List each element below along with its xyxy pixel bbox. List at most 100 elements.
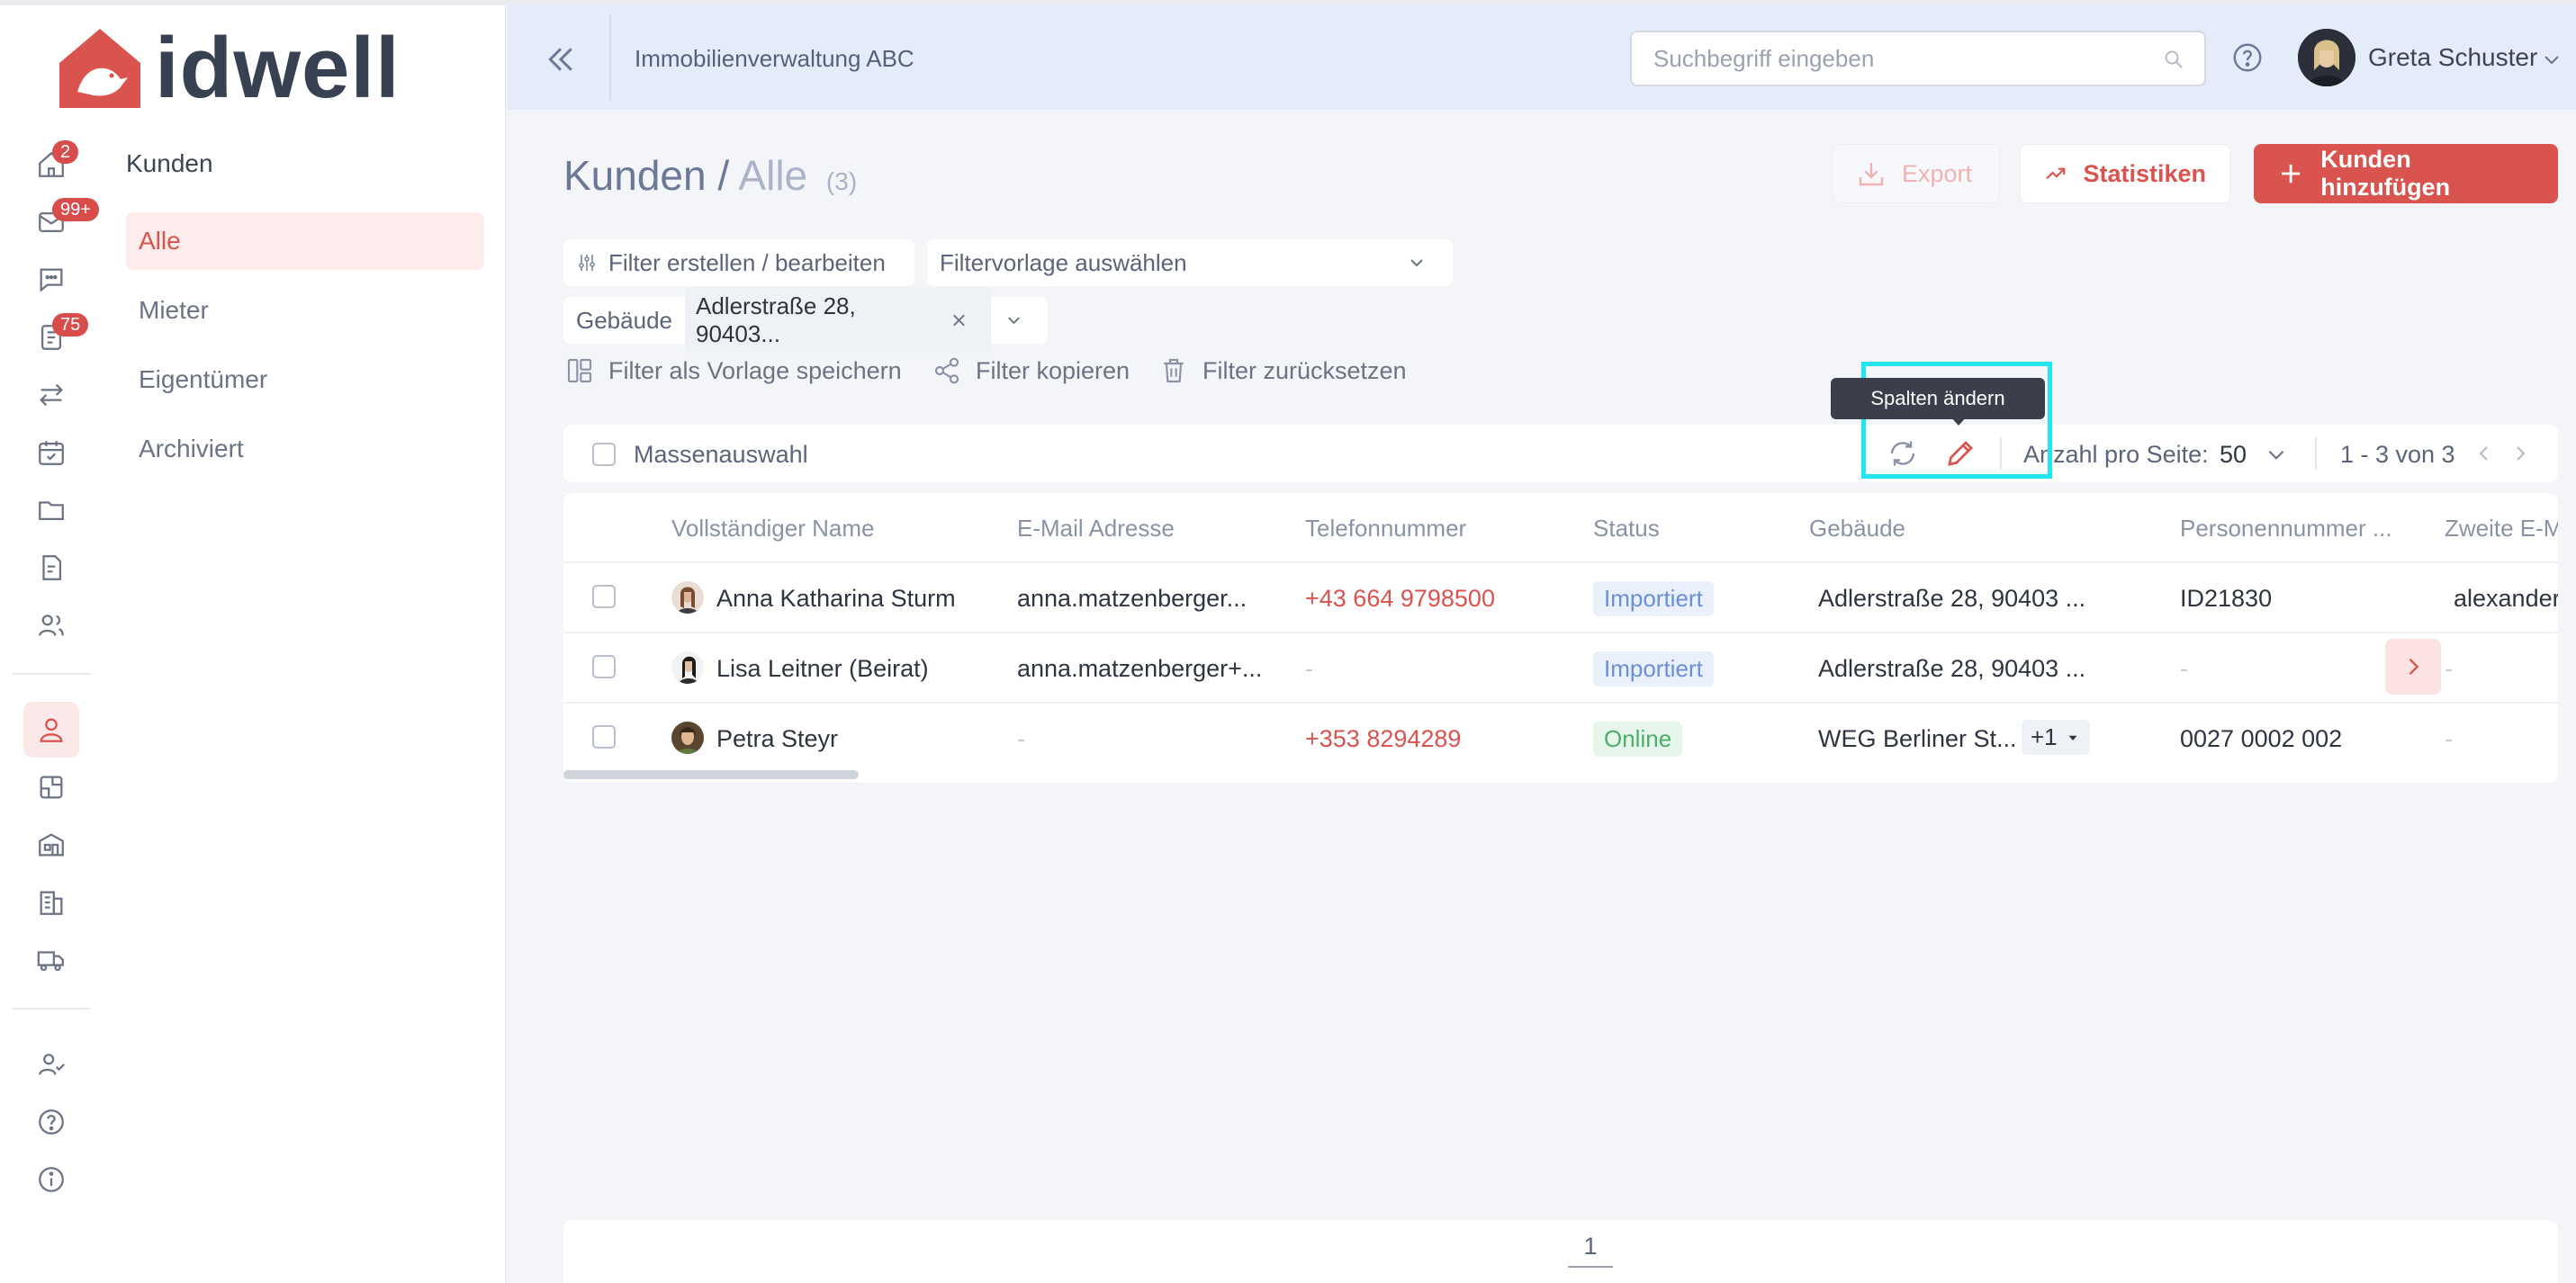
subnav-item-eigentuemer[interactable]: Eigentümer bbox=[126, 351, 484, 408]
tooltip: Spalten ändern bbox=[1831, 378, 2045, 419]
user-avatar[interactable] bbox=[2298, 29, 2355, 86]
toolbar-divider-2 bbox=[2315, 437, 2317, 470]
rail-buildings[interactable] bbox=[23, 875, 79, 930]
column-header-status[interactable]: Status bbox=[1593, 515, 1660, 543]
building-filter[interactable]: Gebäude Adlerstraße 28, 90403... bbox=[563, 287, 1048, 354]
user-name[interactable]: Greta Schuster bbox=[2368, 43, 2537, 72]
chevron-left-icon[interactable] bbox=[2473, 443, 2495, 464]
rail-truck[interactable] bbox=[23, 932, 79, 988]
chevron-right-icon[interactable] bbox=[2509, 443, 2531, 464]
avatar bbox=[671, 581, 704, 614]
customer-person-number: 0027 0002 002 bbox=[2180, 725, 2343, 752]
document-icon bbox=[42, 555, 62, 580]
scroll-right-button[interactable] bbox=[2385, 639, 2441, 695]
more-buildings-dropdown[interactable]: +1 bbox=[2022, 720, 2090, 755]
row-checkbox[interactable] bbox=[592, 655, 616, 678]
add-customer-button[interactable]: Kunden hinzufügen bbox=[2254, 144, 2558, 203]
rail-help[interactable] bbox=[23, 1094, 79, 1150]
customer-email: - bbox=[1017, 725, 1025, 752]
rail-calendar[interactable] bbox=[23, 425, 79, 480]
add-customer-label: Kunden hinzufügen bbox=[2320, 146, 2451, 201]
chevron-down-icon[interactable] bbox=[2541, 49, 2562, 70]
person-icon bbox=[40, 718, 63, 742]
row-divider bbox=[563, 632, 2558, 633]
column-header-phone[interactable]: Telefonnummer bbox=[1305, 515, 1466, 543]
rail-building[interactable] bbox=[23, 817, 79, 873]
rail-info[interactable] bbox=[23, 1152, 79, 1207]
rail-transfer[interactable] bbox=[23, 367, 79, 423]
row-checkbox[interactable] bbox=[592, 725, 616, 749]
filter-edit-button[interactable]: Filter erstellen / bearbeiten bbox=[563, 239, 914, 286]
trending-up-icon bbox=[2046, 167, 2066, 180]
building-icon bbox=[39, 833, 64, 857]
rail-chat[interactable] bbox=[23, 252, 79, 308]
table-toolbar: Massenauswahl Anzahl pro Seite: 50 1 - 3… bbox=[563, 425, 2558, 482]
export-button[interactable]: Export bbox=[1833, 144, 2000, 203]
pagination-footer: 1 bbox=[563, 1220, 2558, 1283]
customer-second-email: alexander bbox=[2454, 585, 2558, 612]
more-buildings-count: +1 bbox=[2031, 723, 2058, 750]
page-title: Kunden / Alle (3) bbox=[563, 151, 857, 200]
search-placeholder: Suchbegriff eingeben bbox=[1653, 44, 1875, 72]
rail-users[interactable] bbox=[23, 597, 79, 653]
mass-select-label[interactable]: Massenauswahl bbox=[634, 441, 808, 469]
rail-folder[interactable] bbox=[23, 482, 79, 538]
avatar bbox=[671, 651, 704, 684]
column-header-name[interactable]: Vollständiger Name bbox=[671, 515, 874, 543]
building-filter-tag[interactable]: Adlerstraße 28, 90403... bbox=[684, 287, 992, 354]
page-number[interactable]: 1 bbox=[1568, 1233, 1613, 1268]
customer-name[interactable]: Anna Katharina Sturm bbox=[716, 585, 956, 613]
info-icon bbox=[39, 1167, 64, 1192]
avatar bbox=[671, 722, 704, 754]
caret-down-icon bbox=[2068, 735, 2077, 740]
column-header-building[interactable]: Gebäude bbox=[1809, 515, 1905, 543]
column-header-person-number[interactable]: Personennummer ... bbox=[2180, 515, 2392, 543]
customer-phone[interactable]: +353 8294289 bbox=[1305, 725, 1461, 753]
buildings-icon bbox=[40, 891, 63, 915]
customer-count: (3) bbox=[825, 167, 858, 195]
search-input[interactable]: Suchbegriff eingeben bbox=[1630, 31, 2206, 86]
customer-phone[interactable]: +43 664 9798500 bbox=[1305, 585, 1495, 613]
chevron-right-icon bbox=[2409, 659, 2419, 675]
customer-name[interactable]: Lisa Leitner (Beirat) bbox=[716, 655, 929, 683]
chevron-down-icon bbox=[1410, 259, 1423, 267]
row-divider bbox=[563, 702, 2558, 704]
row-checkbox[interactable] bbox=[592, 585, 616, 608]
reset-filter-label: Filter zurücksetzen bbox=[1202, 356, 1407, 384]
rail-user-check[interactable] bbox=[23, 1036, 79, 1092]
rail-plan[interactable] bbox=[23, 759, 79, 815]
per-page-select[interactable]: 50 bbox=[2220, 441, 2247, 469]
breadcrumb-current: Alle bbox=[738, 152, 808, 199]
column-header-second-email[interactable]: Zweite E-M bbox=[2445, 515, 2558, 543]
brand-logo[interactable]: idwell bbox=[58, 25, 401, 112]
chevron-down-icon[interactable] bbox=[1004, 310, 1024, 331]
help-circle-icon[interactable] bbox=[2231, 41, 2264, 74]
filter-template-select[interactable]: Filtervorlage auswählen bbox=[927, 239, 1453, 286]
plan-icon bbox=[40, 776, 63, 799]
statistics-button[interactable]: Statistiken bbox=[2020, 144, 2230, 203]
status-badge: Online bbox=[1593, 722, 1683, 757]
page-title-main: Kunden bbox=[563, 152, 707, 199]
reset-filter-button[interactable]: Filter zurücksetzen bbox=[1159, 356, 1407, 385]
chevron-down-icon[interactable] bbox=[2265, 443, 2288, 466]
customer-name[interactable]: Petra Steyr bbox=[716, 725, 838, 753]
rail-customers[interactable] bbox=[23, 702, 79, 758]
subnav-item-alle[interactable]: Alle bbox=[126, 212, 484, 270]
save-filter-template-label: Filter als Vorlage speichern bbox=[608, 356, 902, 384]
subnav-item-archiviert[interactable]: Archiviert bbox=[126, 420, 484, 478]
rail-documents[interactable] bbox=[23, 540, 79, 596]
close-icon[interactable] bbox=[949, 310, 969, 331]
transfer-icon bbox=[40, 383, 63, 407]
mass-select-checkbox[interactable] bbox=[592, 443, 616, 466]
download-icon bbox=[1859, 163, 1884, 186]
copy-filter-button[interactable]: Filter kopieren bbox=[932, 356, 1130, 385]
search-icon bbox=[2165, 50, 2183, 68]
collapse-sidebar-button[interactable] bbox=[543, 41, 579, 77]
horizontal-scrollbar[interactable] bbox=[563, 770, 859, 779]
tasks-badge: 75 bbox=[52, 313, 89, 336]
subnav-item-mieter[interactable]: Mieter bbox=[126, 282, 484, 339]
column-header-email[interactable]: E-Mail Adresse bbox=[1017, 515, 1175, 543]
help-icon bbox=[39, 1109, 64, 1135]
organization-title: Immobilienverwaltung ABC bbox=[635, 45, 914, 72]
save-filter-template-button[interactable]: Filter als Vorlage speichern bbox=[565, 356, 902, 385]
